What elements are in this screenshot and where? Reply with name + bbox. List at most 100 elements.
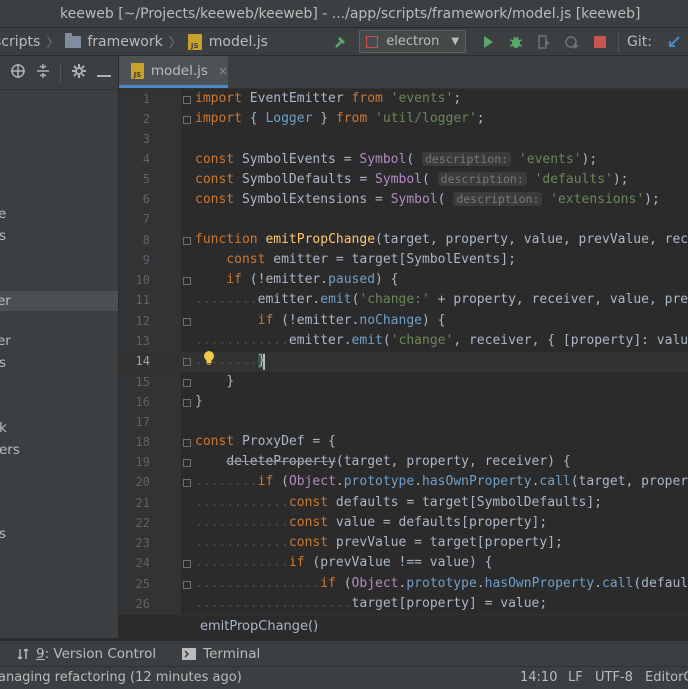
line-number: 12 [135,314,150,328]
tree-item-label: er [0,293,11,309]
project-tree-item-selected[interactable]: er [0,291,118,311]
code-line: const SymbolEvents = Symbol( description… [195,152,598,167]
run-configuration-select[interactable]: electron ▼ [359,30,467,53]
fold-marker-icon[interactable] [183,399,191,407]
fold-marker-icon[interactable] [183,479,191,487]
line-number: 11 [135,293,150,307]
fold-marker-icon[interactable] [183,277,191,285]
editor-tab-bar: JS model.js × [119,56,688,89]
run-button[interactable] [477,31,499,53]
cursor-position[interactable]: 14:10 [520,670,557,685]
version-control-num: 9 [36,645,45,662]
version-control-button[interactable]: 9: Version Control [16,646,156,662]
line-number: 3 [142,132,150,146]
parameter-hint: description: [453,192,543,206]
fold-marker-icon[interactable] [183,581,191,589]
tab-model-js[interactable]: JS model.js × [119,56,228,88]
fold-marker-icon[interactable] [183,116,191,124]
minimize-icon[interactable] [97,64,111,82]
nav-crumb-scripts[interactable]: scripts 〉 [0,32,65,52]
project-tree-item[interactable]: e [0,206,6,222]
fold-marker-icon[interactable] [183,439,191,447]
tree-item-label: s [0,526,6,542]
build-hammer-icon[interactable] [330,31,352,53]
project-tool-window: e s er er s k ers s [0,56,119,638]
line-number: 2 [142,112,150,126]
editor-breadcrumb[interactable]: emitPropChange() [119,614,688,640]
chevron-right-icon: 〉 [168,36,182,51]
line-number: 1 [142,92,150,106]
project-tree-item[interactable]: s [0,526,6,542]
window-title: keeweb [~/Projects/keeweb/keeweb] - .../… [60,5,641,22]
chevron-down-icon: ▼ [451,36,460,47]
line-number: 8 [142,233,150,247]
terminal-button[interactable]: Terminal [182,646,260,662]
editorconfig-indicator[interactable]: EditorC [645,670,688,685]
version-control-label: : Version Control [44,645,157,662]
nav-crumb-label: scripts [0,33,41,50]
code-line: ........if (Object.prototype.hasOwnPrope… [195,474,688,489]
file-encoding[interactable]: UTF-8 [595,670,633,685]
fold-marker-icon[interactable] [183,560,191,568]
fold-marker-icon[interactable] [183,318,191,326]
line-number: 20 [135,475,150,489]
coverage-icon[interactable] [533,31,555,53]
navigation-bar: scripts 〉 framework 〉 JS model.js electr… [0,28,688,56]
close-icon[interactable]: × [218,64,228,78]
fold-marker-icon[interactable] [183,459,191,467]
nav-crumb-label: framework [87,33,163,50]
terminal-icon [182,647,197,660]
line-number-current: 14 [135,354,150,368]
target-icon[interactable] [10,63,26,83]
fold-marker-icon[interactable] [183,379,191,387]
project-toolbar [0,56,118,90]
fold-marker-icon[interactable] [183,96,191,104]
tree-item-label: s [0,355,6,371]
code-line: const emitter = target[SymbolEvents]; [226,252,516,267]
text-caret [263,354,265,370]
version-control-icon [17,648,29,659]
breadcrumb-function[interactable]: emitPropChange() [200,619,318,634]
code-line: const ProxyDef = { [195,434,336,449]
code-line: if (!emitter.paused) { [226,272,399,287]
debug-bug-icon[interactable] [505,31,527,53]
project-tree-item[interactable]: k [0,420,7,436]
parameter-hint: description: [422,152,512,166]
toolbar-divider [60,63,61,82]
tree-item-label: ers [0,442,20,458]
project-tree-item[interactable]: ers [0,442,20,458]
vcs-update-icon[interactable] [663,31,685,53]
line-number: 23 [135,536,150,550]
line-separator[interactable]: LF [568,670,583,685]
line-number: 4 [142,152,150,166]
gear-icon[interactable] [71,63,87,83]
line-number: 6 [142,192,150,206]
profile-icon[interactable] [561,31,583,53]
line-number: 21 [135,496,150,510]
code-line: ............if (prevValue !== value) { [195,555,493,570]
line-number: 16 [135,395,150,409]
tree-item-label: s [0,228,6,244]
status-message[interactable]: anaging refactoring (12 minutes ago) [0,670,242,685]
tool-window-bar: 9: Version Control Terminal [0,640,688,666]
collapse-icon[interactable] [36,63,50,83]
project-tree-item[interactable]: s [0,355,6,371]
project-tree-item[interactable]: s [0,228,6,244]
tree-item-label: e [0,206,6,222]
run-config-icon [366,35,379,48]
fold-marker-icon[interactable] [183,237,191,245]
tab-label: model.js [150,62,208,79]
nav-crumb-file[interactable]: JS model.js [187,33,268,50]
code-line: function emitPropChange(target, property… [195,232,688,247]
lightbulb-icon[interactable] [202,350,216,366]
fold-marker-icon[interactable] [183,358,191,366]
stop-button[interactable] [589,31,611,53]
folder-icon [65,32,82,48]
line-number: 25 [135,577,150,591]
code-line: deleteProperty(target, property, receive… [226,454,571,469]
tree-item-label: er [0,333,11,349]
nav-crumb-label: model.js [208,33,268,50]
code-line: import { Logger } from 'util/logger'; [195,111,485,126]
project-tree-item[interactable]: er [0,333,11,349]
nav-crumb-framework[interactable]: framework 〉 [65,32,187,51]
